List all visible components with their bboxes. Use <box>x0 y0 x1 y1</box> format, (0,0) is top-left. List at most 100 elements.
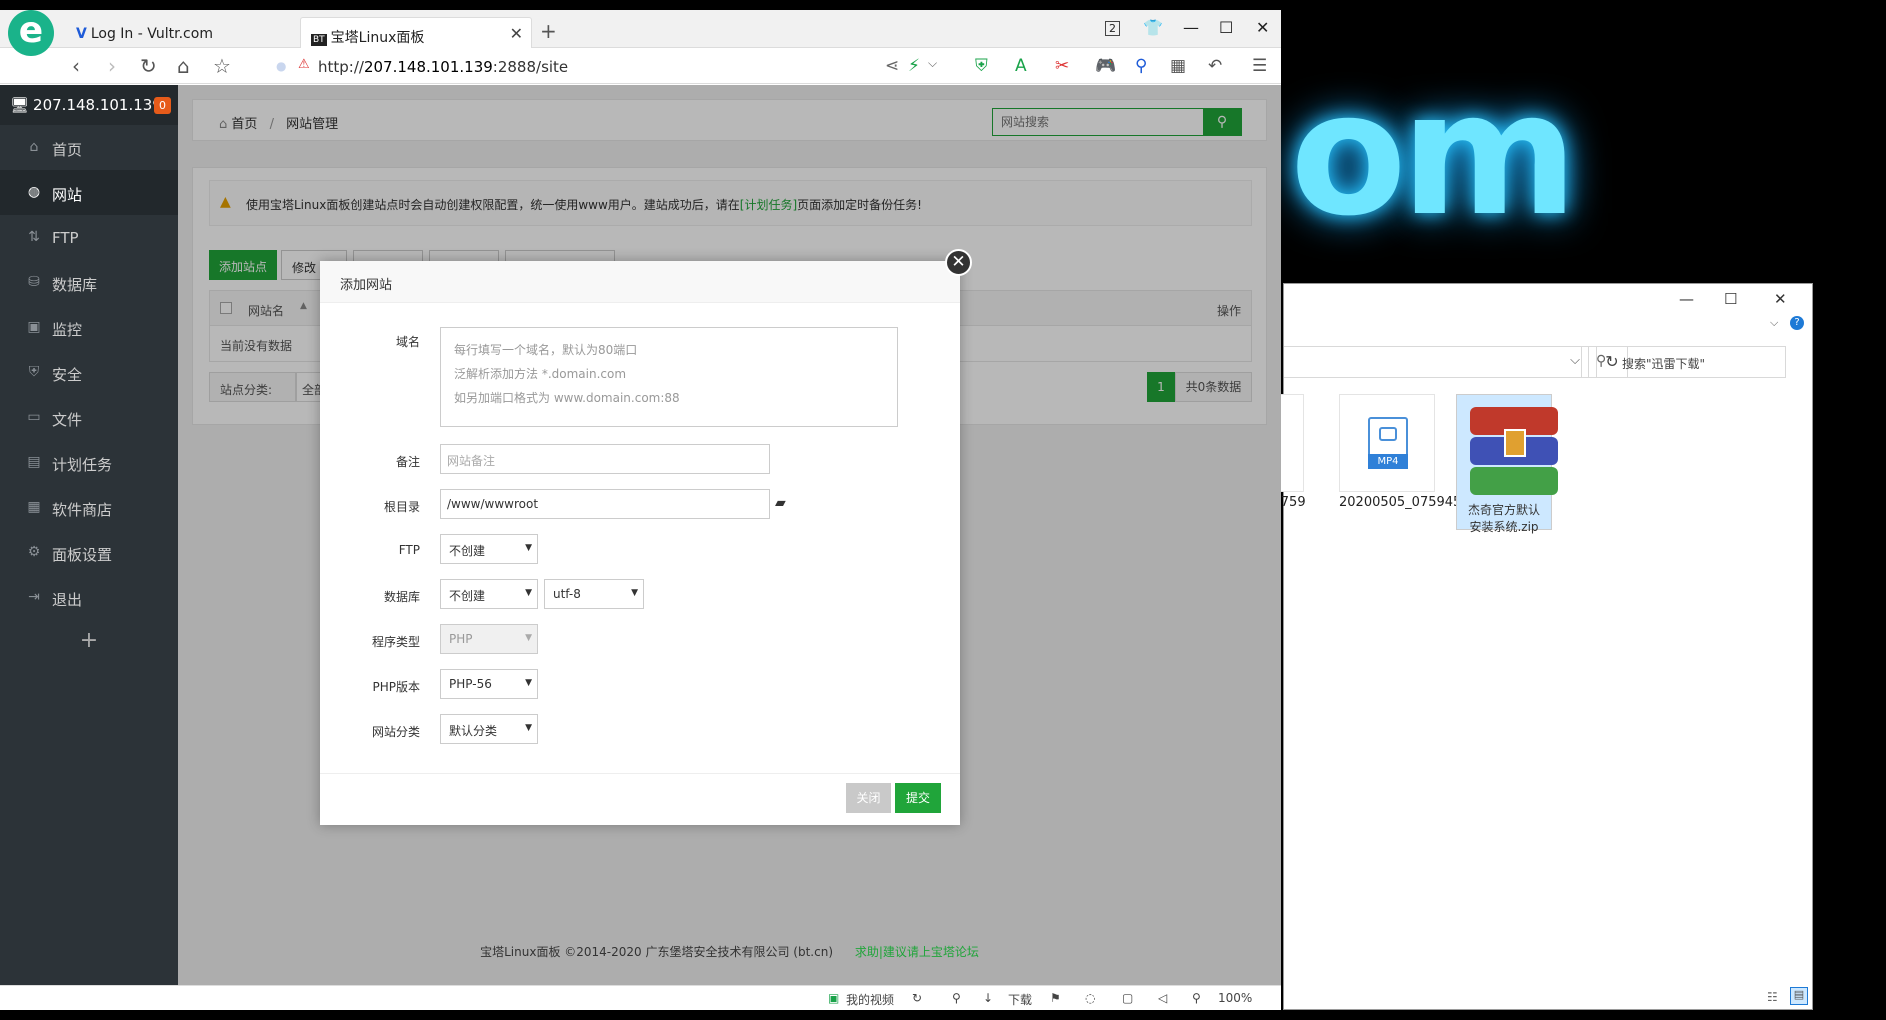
file-thumbnail <box>1465 402 1561 500</box>
close-button[interactable]: 关闭 <box>846 783 891 813</box>
apps-icon[interactable]: ▦ <box>1170 56 1186 76</box>
php-version-label: PHP版本 <box>372 680 421 694</box>
sidebar-item-label: 首页 <box>52 141 83 159</box>
back-icon[interactable]: ‹ <box>72 54 80 78</box>
window-icon[interactable]: ▢ <box>1122 991 1133 1005</box>
remark-input[interactable]: 网站备注 <box>440 444 770 474</box>
download-label[interactable]: 下载 <box>1008 991 1032 1008</box>
reload-icon[interactable]: ↻ <box>140 54 157 78</box>
large-icons-view-icon[interactable]: ▤ <box>1790 987 1808 1005</box>
sidebar-item-settings[interactable]: ⚙ 面板设置 <box>0 530 178 575</box>
sidebar-item-ftp[interactable]: ⇅ FTP <box>0 215 178 260</box>
sidebar-item-files[interactable]: ▭ 文件 <box>0 395 178 440</box>
shield-icon: ● <box>276 59 287 73</box>
site-category-label: 网站分类 <box>371 725 420 739</box>
database-select[interactable]: 不创建 ▼ <box>440 579 538 609</box>
volume-icon[interactable]: ◁ <box>1158 991 1167 1005</box>
translate-icon[interactable]: A <box>1015 56 1027 76</box>
add-shortcut-button[interactable]: + <box>0 628 178 653</box>
maximize-icon[interactable]: ☐ <box>1724 290 1737 308</box>
search-icon[interactable]: ⚲ <box>1135 56 1147 76</box>
security-shield-icon[interactable]: ⛨ <box>975 56 988 76</box>
video-icon[interactable]: ▣ <box>828 991 839 1005</box>
close-icon[interactable]: ✕ <box>510 24 523 43</box>
forum-link[interactable]: 求助|建议请上宝塔论坛 <box>855 945 979 959</box>
address-bar[interactable]: http://207.148.101.139:2888/site <box>318 58 568 76</box>
menu-icon[interactable]: ☰ <box>1252 56 1267 76</box>
download-icon[interactable]: ↓ <box>983 991 993 1005</box>
domain-label: 域名 <box>395 335 420 349</box>
zoom-level[interactable]: 100% <box>1218 991 1252 1005</box>
rar-archive-icon <box>1470 407 1558 495</box>
chevron-down-icon[interactable]: ⌵ <box>1570 353 1580 368</box>
sidebar-item-cron[interactable]: ▤ 计划任务 <box>0 440 178 485</box>
close-icon[interactable]: ✕ <box>1256 18 1269 37</box>
maximize-icon[interactable]: ☐ <box>1219 18 1233 37</box>
server-ip: 207.148.101.139 <box>33 96 162 114</box>
zoom-icon[interactable]: ⚲ <box>1192 991 1201 1005</box>
star-icon[interactable]: ☆ <box>213 54 231 78</box>
minimize-icon[interactable]: — <box>1183 18 1199 37</box>
new-tab-icon[interactable]: + <box>540 19 557 43</box>
tab-vultr[interactable]: V Log In - Vultr.com <box>76 17 294 48</box>
logout-icon: ⇥ <box>28 589 40 605</box>
home-icon[interactable]: ⌂ <box>177 54 190 78</box>
ftp-select[interactable]: 不创建 ▼ <box>440 534 538 564</box>
monitor-icon: 🖥 <box>10 96 30 114</box>
charset-select[interactable]: utf-8 ▼ <box>544 579 644 609</box>
pin-icon[interactable]: ⚲ <box>952 991 961 1005</box>
close-icon[interactable]: ✕ <box>945 249 972 276</box>
sidebar-item-store[interactable]: ▦ 软件商店 <box>0 485 178 530</box>
sidebar-item-logout[interactable]: ⇥ 退出 <box>0 575 178 620</box>
sidebar-item-website[interactable]: ◍ 网站 <box>0 170 178 215</box>
undo-icon[interactable]: ↶ <box>1208 56 1222 76</box>
tab-bt-panel[interactable]: BT 宝塔Linux面板 ✕ <box>300 17 532 48</box>
scissors-icon[interactable]: ✂ <box>1055 56 1069 76</box>
file-name: 20200505_075945.mp4 <box>1339 495 1495 510</box>
details-view-icon[interactable]: ☷ <box>1767 990 1778 1004</box>
browser-logo-icon: e <box>8 10 54 56</box>
folder-open-icon[interactable]: ▰ <box>775 495 786 511</box>
sidebar-item-database[interactable]: ⛁ 数据库 <box>0 260 178 305</box>
tab-count-icon[interactable]: 2 <box>1105 21 1120 36</box>
explorer-address-bar[interactable]: ⌵ <box>1284 346 1589 378</box>
sidebar-item-home[interactable]: ⌂ 首页 <box>0 125 178 170</box>
database-label: 数据库 <box>383 590 420 604</box>
server-header: 🖥 207.148.101.139 0 <box>0 85 178 125</box>
lightning-icon[interactable]: ⚡ <box>908 56 920 76</box>
flag-icon[interactable]: ⚑ <box>1050 991 1061 1005</box>
site-category-select[interactable]: 默认分类 ▼ <box>440 714 538 744</box>
gamepad-icon[interactable]: 🎮 <box>1095 56 1116 76</box>
explorer-search-input[interactable]: ⚲ 搜索"迅雷下载" <box>1581 346 1786 378</box>
file-item-selected[interactable]: 杰奇官方默认安装系统.zip <box>1456 394 1558 534</box>
root-dir-input[interactable]: /www/wwwroot <box>440 489 770 519</box>
my-videos-label[interactable]: 我的视频 <box>846 991 894 1008</box>
domain-textarea[interactable]: 每行填写一个域名，默认为80端口 泛解析添加方法 *.domain.com 如另… <box>440 327 898 427</box>
page-footer: 宝塔Linux面板 ©2014-2020 广东堡塔安全技术有限公司 (bt.cn… <box>178 943 1281 960</box>
submit-button[interactable]: 提交 <box>895 783 941 813</box>
help-icon[interactable]: ? <box>1790 316 1804 330</box>
minimize-icon[interactable]: — <box>1679 290 1694 308</box>
history-icon[interactable]: ◌ <box>1085 991 1095 1005</box>
site-category-value: 默认分类 <box>449 724 498 738</box>
insecure-icon[interactable]: ⚠ <box>298 57 310 72</box>
file-thumbnail: MP4 <box>1339 394 1435 492</box>
skin-icon[interactable]: 👕 <box>1143 18 1163 37</box>
desktop-logo-text: om <box>1290 56 1578 254</box>
file-item[interactable]: MP4 20200505_075945.mp4 <box>1339 394 1495 524</box>
forward-icon[interactable]: › <box>108 54 116 78</box>
dropdown-arrow-icon: ▼ <box>631 588 638 598</box>
chevron-down-icon[interactable]: ⌵ <box>928 56 937 71</box>
refresh-icon[interactable]: ↻ <box>912 991 922 1005</box>
notification-badge[interactable]: 0 <box>154 97 171 114</box>
share-icon[interactable]: ⋖ <box>885 56 899 76</box>
php-version-select[interactable]: PHP-56 ▼ <box>440 669 538 699</box>
close-icon[interactable]: ✕ <box>1774 290 1787 308</box>
video-file-icon: MP4 <box>1368 417 1408 469</box>
file-explorer-window: — ☐ ✕ ⌵ ? ⌵ ↻ ⚲ 搜索"迅雷下载" _0759 v MP4 202… <box>1264 283 1813 1010</box>
sidebar-item-security[interactable]: ⛨ 安全 <box>0 350 178 395</box>
chevron-down-icon[interactable]: ⌵ <box>1770 316 1778 330</box>
dropdown-arrow-icon: ▼ <box>525 678 532 688</box>
navigation-bar: ‹ › ↻ ⌂ ☆ ● ⚠ http://207.148.101.139:288… <box>0 49 1281 84</box>
sidebar-item-monitor[interactable]: ▣ 监控 <box>0 305 178 350</box>
